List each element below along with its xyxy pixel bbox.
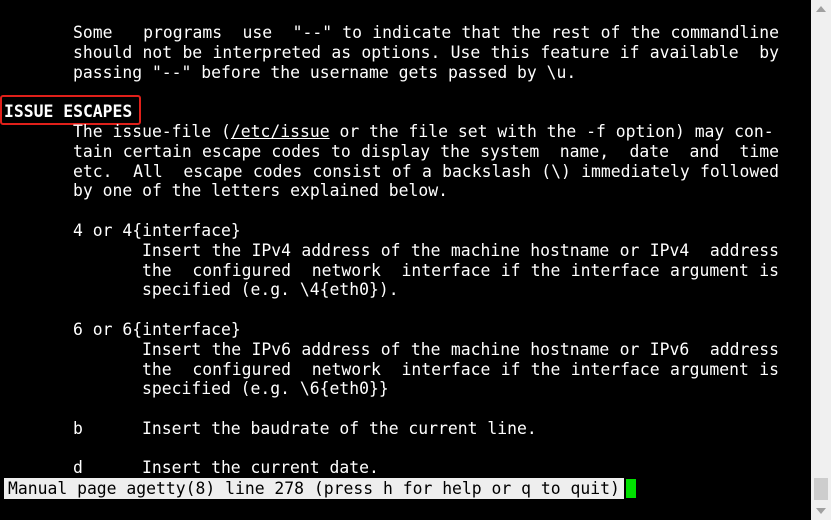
escape-description-line: specified (e.g. \4{eth0}). bbox=[142, 280, 399, 299]
pager-status-bar: Manual page agetty(8) line 278 (press h … bbox=[4, 478, 624, 499]
escape-description-line: specified (e.g. \6{eth0}} bbox=[142, 379, 389, 398]
manpage-text-segment: or the file set with the -f option) may … bbox=[329, 122, 774, 141]
manpage-text-line: tain certain escape codes to display the… bbox=[73, 142, 779, 161]
file-path-link: /etc/issue bbox=[230, 122, 330, 141]
escape-description-line: the configured network interface if the … bbox=[142, 261, 779, 280]
manpage-text-segment: The issue-file ( bbox=[73, 122, 231, 141]
manpage-text-line: passing "--" before the username gets pa… bbox=[73, 63, 577, 82]
manpage-text-line: should not be interpreted as options. Us… bbox=[73, 43, 779, 62]
escape-description-line: Insert the baudrate of the current line. bbox=[142, 419, 537, 438]
manpage-text-line: etc. All escape codes consist of a backs… bbox=[73, 162, 779, 181]
escape-term: 4 or 4{interface} bbox=[73, 221, 241, 240]
manpage-text-line: by one of the letters explained below. bbox=[73, 181, 448, 200]
manpage-text-line: The issue-file (/etc/issue or the file s… bbox=[73, 122, 779, 142]
triangle-up-icon bbox=[816, 6, 826, 12]
scroll-down-button[interactable] bbox=[811, 502, 831, 520]
triangle-down-icon bbox=[816, 508, 826, 514]
escape-description-line: Insert the IPv6 address of the machine h… bbox=[142, 340, 779, 359]
terminal-cursor bbox=[626, 479, 636, 498]
escape-description-line: Insert the current date. bbox=[142, 458, 379, 477]
terminal-window[interactable]: Some programs use "--" to indicate that … bbox=[0, 0, 811, 520]
scroll-up-button[interactable] bbox=[811, 0, 831, 18]
escape-description-line: the configured network interface if the … bbox=[142, 360, 779, 379]
highlight-annotation-box bbox=[0, 95, 141, 125]
vertical-scrollbar[interactable] bbox=[811, 0, 831, 520]
escape-term: 6 or 6{interface} bbox=[73, 320, 241, 339]
escape-description-line: Insert the IPv4 address of the machine h… bbox=[142, 241, 779, 260]
scrollbar-thumb[interactable] bbox=[814, 478, 828, 500]
manpage-text-line: Some programs use "--" to indicate that … bbox=[73, 23, 779, 42]
